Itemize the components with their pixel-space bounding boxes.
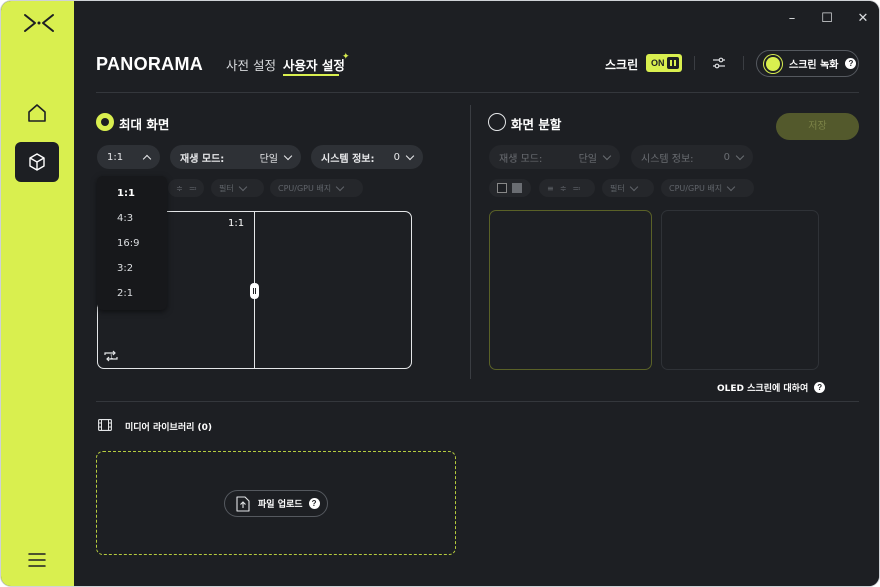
system-info-select[interactable]: 시스템 정보: 0 — [311, 145, 423, 169]
chevron-up-icon — [142, 154, 152, 163]
cpu-badge-label: CPU/GPU 배지 — [278, 183, 332, 193]
swatch-gray[interactable] — [512, 183, 522, 193]
svg-text:1: 1 — [110, 355, 113, 361]
section-divider — [96, 401, 859, 402]
tab-presets[interactable]: 사전 설정 — [226, 55, 276, 74]
ratio-option[interactable]: 2:1 — [117, 288, 133, 299]
align-buttons[interactable]: ≑ ≕ — [168, 179, 204, 197]
chevron-down-icon — [726, 182, 736, 191]
split-align-buttons[interactable]: ≡ ≑ ≕ — [539, 179, 595, 197]
screen-toggle[interactable]: ON — [646, 54, 682, 72]
brand-title: PANORAMA — [96, 54, 204, 74]
home-icon[interactable] — [25, 101, 49, 125]
fullscreen-radio[interactable] — [96, 113, 114, 131]
main-area: – ☐ ✕ PANORAMA 사전 설정 사용자 설정 ✦ 스크린 ON 스크린… — [74, 1, 879, 586]
tab-custom[interactable]: 사용자 설정 — [283, 55, 345, 74]
save-button[interactable]: 저장 — [776, 113, 859, 140]
play-mode-label: 재생 모드: — [180, 153, 225, 165]
chevron-down-icon — [335, 182, 345, 191]
split-screen-left[interactable] — [489, 210, 652, 370]
chevron-down-icon — [405, 151, 415, 160]
divider — [694, 56, 695, 70]
sidebar — [1, 1, 74, 586]
ratio-option[interactable]: 3:2 — [117, 263, 133, 274]
screen-label: 스크린 — [605, 58, 639, 72]
split-cpu-badge-label: CPU/GPU 배지 — [669, 183, 723, 193]
system-info-label: 시스템 정보: — [321, 153, 375, 165]
repeat-icon[interactable]: 1 — [103, 349, 119, 363]
file-upload-button[interactable]: 파일 업로드 ? — [224, 490, 328, 517]
chevron-down-icon — [283, 151, 293, 160]
preview-ratio-label: 1:1 — [228, 218, 245, 229]
color-swatches[interactable] — [489, 179, 531, 197]
upload-icon — [236, 495, 250, 512]
fullscreen-title: 최대 화면 — [119, 117, 170, 132]
ratio-option[interactable]: 16:9 — [117, 238, 139, 249]
app-window: – ☐ ✕ PANORAMA 사전 설정 사용자 설정 ✦ 스크린 ON 스크린… — [1, 1, 879, 586]
system-info-value: 0 — [393, 151, 400, 163]
split-system-info-value: 0 — [723, 151, 730, 163]
split-play-mode-select[interactable]: 재생 모드: 단일 — [489, 145, 620, 169]
split-system-info-label: 시스템 정보: — [641, 153, 694, 165]
menu-icon[interactable] — [28, 552, 46, 568]
divider — [743, 56, 744, 70]
help-icon[interactable]: ? — [845, 58, 857, 69]
oled-info-link[interactable]: OLED 스크린에 대하여 ? — [717, 381, 826, 394]
split-screen-right[interactable] — [661, 210, 819, 370]
close-button[interactable]: ✕ — [855, 11, 871, 27]
header-divider — [96, 92, 859, 93]
screen-record-button[interactable]: 스크린 녹화 ? — [756, 50, 859, 77]
split-cpu-badge-select[interactable]: CPU/GPU 배지 — [661, 179, 754, 197]
ratio-select[interactable]: 1:1 — [97, 145, 160, 169]
chevron-down-icon — [238, 182, 247, 191]
ratio-option[interactable]: 1:1 — [117, 188, 135, 199]
toggle-label: ON — [651, 58, 665, 68]
ratio-value: 1:1 — [107, 151, 124, 163]
align-center-icon: ≑ — [559, 183, 567, 193]
filter-select[interactable]: 필터 — [211, 179, 264, 197]
resize-handle[interactable] — [250, 283, 259, 299]
chevron-down-icon — [602, 151, 612, 160]
film-icon — [98, 419, 112, 431]
record-icon — [766, 56, 780, 71]
ratio-option[interactable]: 4:3 — [117, 213, 133, 224]
play-mode-value: 단일 — [259, 153, 278, 165]
split-play-mode-value: 단일 — [578, 153, 597, 165]
help-icon[interactable]: ? — [308, 498, 320, 509]
split-filter-label: 필터 — [610, 183, 625, 193]
active-tab-indicator — [283, 74, 339, 76]
align-left-icon: ≡ — [547, 183, 554, 193]
sidebar-item-custom[interactable] — [15, 142, 59, 182]
swatch-dark[interactable] — [497, 183, 507, 193]
ratio-dropdown: 1:1 4:3 16:9 3:2 2:1 — [97, 176, 167, 310]
pause-icon — [667, 57, 679, 69]
align-right-icon: ≕ — [572, 183, 581, 193]
sparkle-icon: ✦ — [342, 52, 350, 62]
split-play-mode-label: 재생 모드: — [499, 153, 543, 165]
cpu-badge-select[interactable]: CPU/GPU 배지 — [270, 179, 363, 197]
split-screen-title: 화면 분할 — [511, 117, 562, 132]
sliders-icon[interactable] — [712, 56, 726, 70]
filter-label: 필터 — [219, 183, 234, 193]
play-mode-select[interactable]: 재생 모드: 단일 — [170, 145, 301, 169]
minimize-button[interactable]: – — [784, 11, 800, 27]
chevron-down-icon — [735, 151, 745, 160]
box-icon — [29, 153, 45, 171]
panel-divider — [470, 105, 471, 379]
logo-icon[interactable] — [23, 13, 55, 33]
split-screen-radio[interactable] — [488, 113, 506, 131]
record-label: 스크린 녹화 — [789, 60, 839, 71]
chevron-down-icon — [629, 182, 638, 191]
upload-dropzone[interactable]: 파일 업로드 ? — [96, 451, 456, 555]
maximize-button[interactable]: ☐ — [819, 11, 835, 27]
help-icon: ? — [814, 382, 826, 393]
oled-label: OLED 스크린에 대하여 — [717, 384, 809, 394]
align-right-icon: ≕ — [188, 183, 197, 193]
align-center-icon: ≑ — [176, 183, 183, 193]
split-system-info-select[interactable]: 시스템 정보: 0 — [631, 145, 753, 169]
split-filter-select[interactable]: 필터 — [602, 179, 654, 197]
media-library-title: 미디어 라이브러리 (0) — [125, 423, 212, 433]
upload-label: 파일 업로드 — [258, 500, 303, 510]
